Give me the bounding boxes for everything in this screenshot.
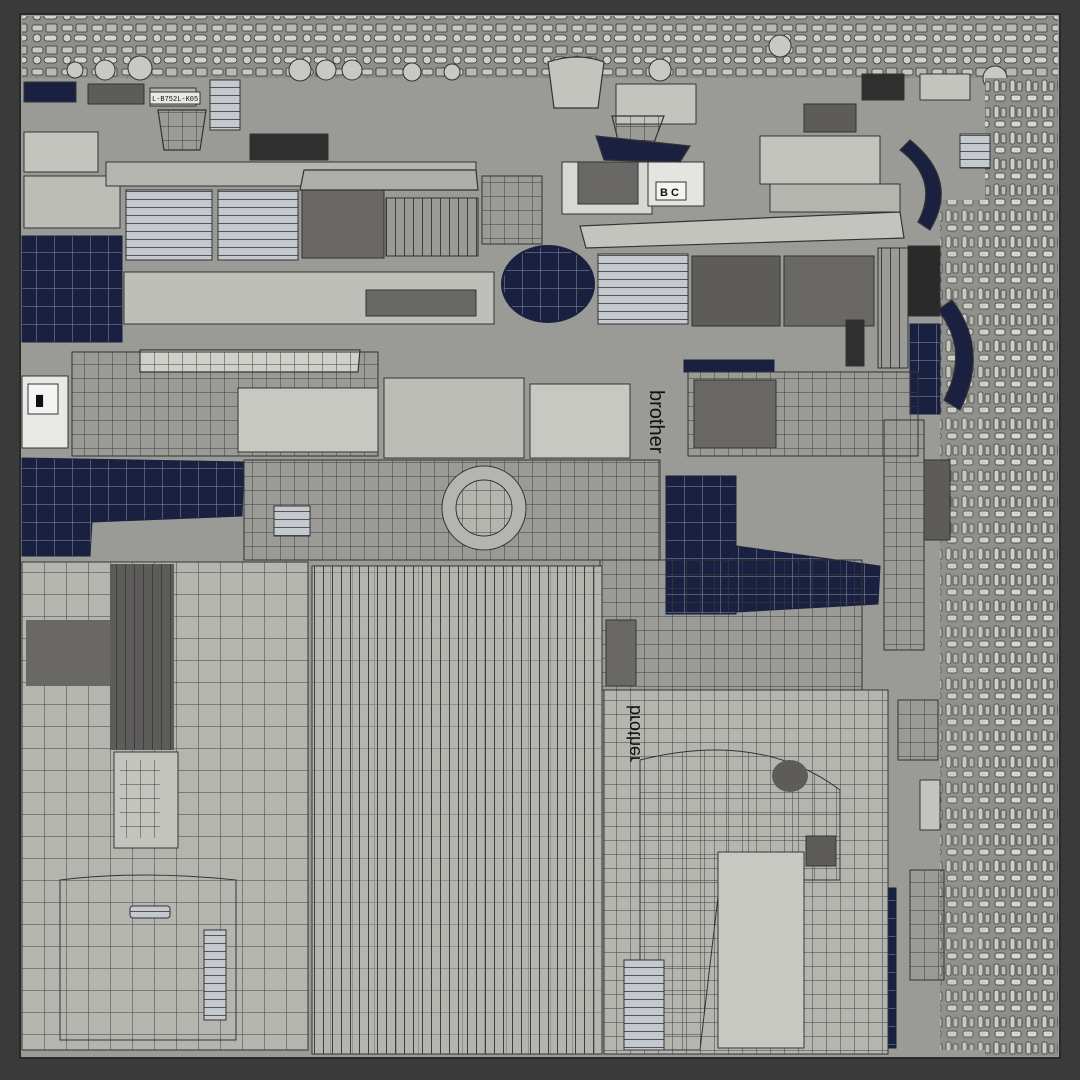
uv-texture-sheet: brother brother L-B752L-K05 B C █ [0,0,1080,1080]
large-panel-center [311,565,603,1055]
panel-symbol-label: █ [36,394,44,408]
brand-label-vertical: brother [645,390,667,454]
brand-label-mirrored: brother [624,705,644,762]
large-panel-left [21,561,309,1051]
small-parts-strip-right [985,78,1058,1056]
part-code-label: L-B752L-K05 [152,96,198,104]
dome-panel [501,245,595,323]
uv-layout-canvas: brother brother L-B752L-K05 B C █ [19,13,1061,1059]
button-symbol-icon: B C [660,187,679,199]
small-parts-strip-top [22,16,1058,78]
large-panel-right [603,689,889,1055]
